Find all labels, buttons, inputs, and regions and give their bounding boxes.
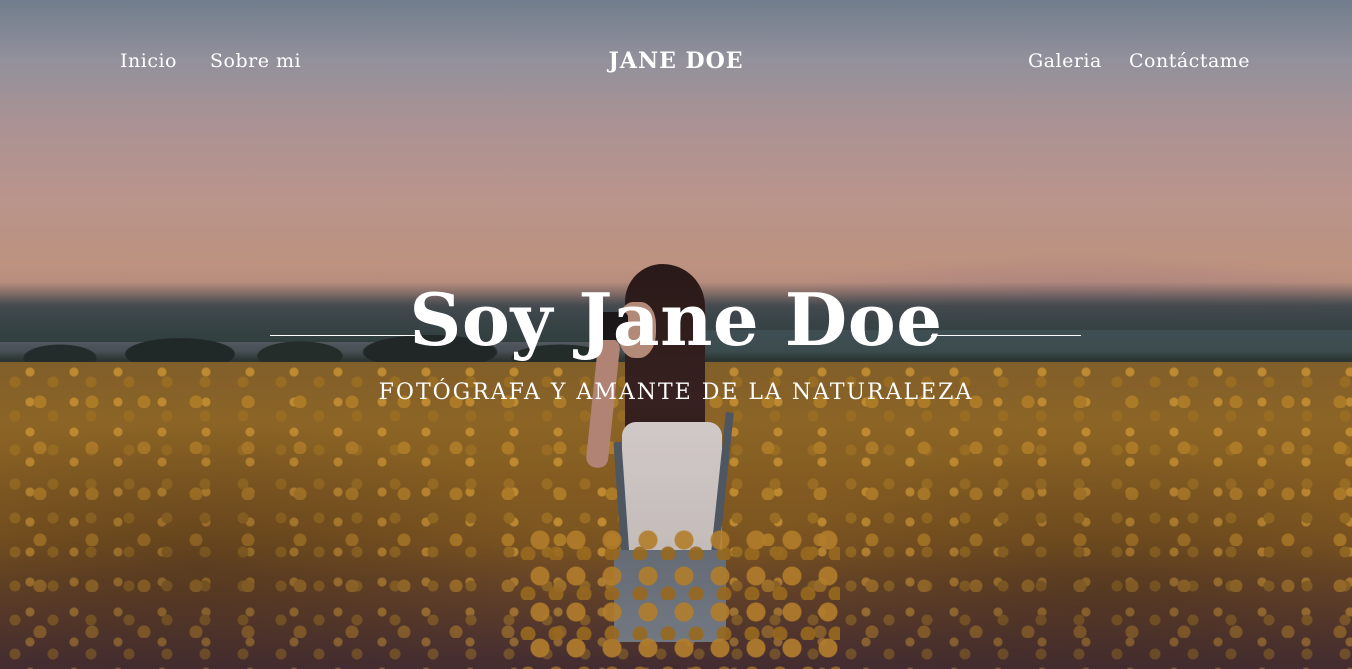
brand-logo[interactable]: JANE DOE	[608, 48, 743, 74]
nav-link-galeria[interactable]: Galeria	[1028, 50, 1102, 72]
hero-title-row: Soy Jane Doe	[0, 270, 1352, 370]
nav-link-contactame[interactable]: Contáctame	[1129, 50, 1250, 72]
hero-title: Soy Jane Doe	[409, 277, 943, 362]
title-divider-right	[931, 335, 1081, 336]
hero-section: Inicio Sobre mi JANE DOE Galeria Contáct…	[0, 0, 1352, 669]
hero-subtitle: FOTÓGRAFA Y AMANTE DE LA NATURALEZA	[378, 380, 974, 405]
